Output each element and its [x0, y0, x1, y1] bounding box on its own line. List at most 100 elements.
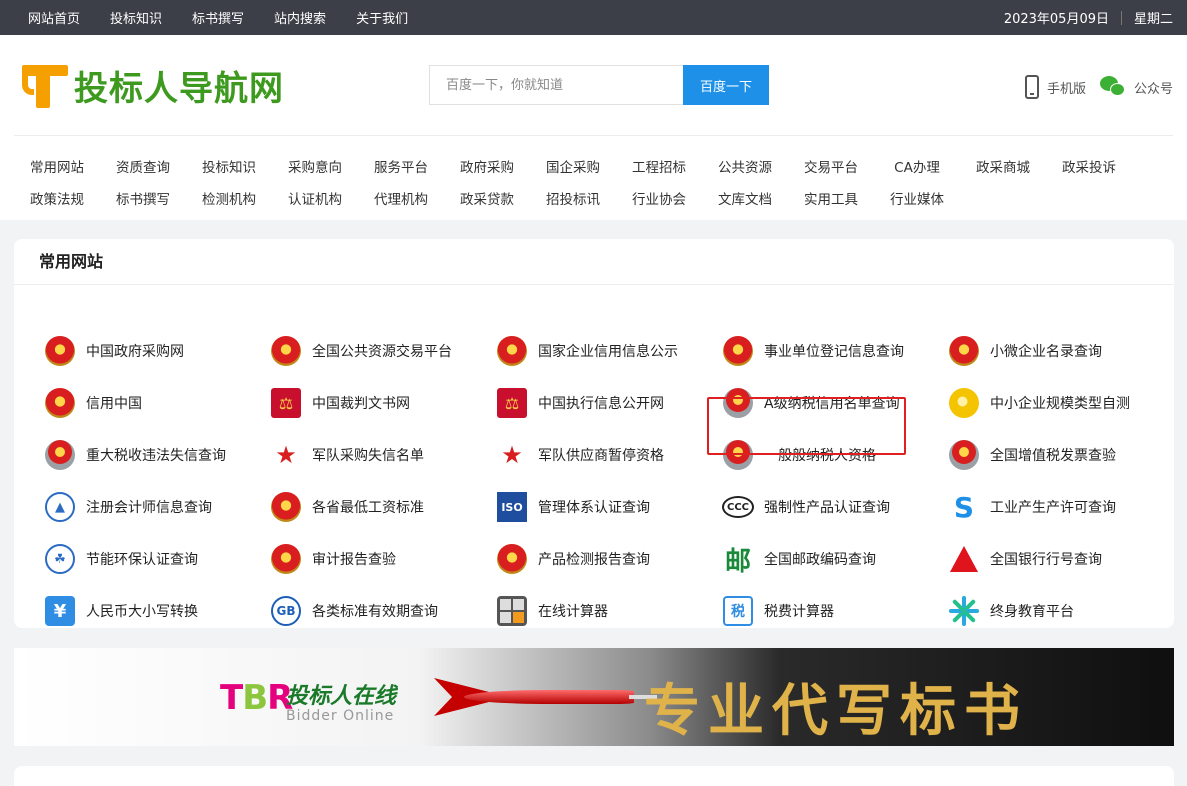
- site-link[interactable]: ⚖ 中国裁判文书网: [270, 383, 490, 423]
- top-bar: 网站首页 投标知识 标书撰写 站内搜索 关于我们 2023年05月09日 星期二: [0, 0, 1187, 35]
- site-link-label: 中小企业规模类型自测: [990, 396, 1130, 412]
- site-link-label: 一般般纳税人资格: [764, 448, 876, 464]
- site-link-label: 各省最低工资标准: [312, 500, 424, 516]
- site-link[interactable]: 信用中国: [44, 383, 264, 423]
- site-link[interactable]: 全国公共资源交易平台: [270, 331, 490, 371]
- search-input[interactable]: [429, 65, 683, 105]
- ccc-icon: CCC: [722, 491, 754, 523]
- site-link-label: 工业产生产许可查询: [990, 500, 1116, 516]
- search-button[interactable]: 百度一下: [683, 65, 769, 105]
- category-link[interactable]: 行业媒体: [874, 188, 960, 208]
- site-link-label: 全国增值税发票查验: [990, 448, 1116, 464]
- site-link[interactable]: ★ 军队供应商暂停资格: [496, 435, 716, 475]
- court-emblem-icon: ⚖: [496, 387, 528, 419]
- national-emblem-icon: [270, 335, 302, 367]
- site-link[interactable]: ⚖ 中国执行信息公开网: [496, 383, 716, 423]
- top-link-home[interactable]: 网站首页: [28, 8, 80, 27]
- site-link[interactable]: 重大税收违法失信查询: [44, 435, 264, 475]
- site-link-label: 节能环保认证查询: [86, 552, 198, 568]
- national-emblem-icon: [722, 335, 754, 367]
- site-link[interactable]: 税税费计算器: [722, 591, 942, 631]
- promo-banner[interactable]: TBR 投标人在线 Bidder Online 专业代写标书: [14, 648, 1174, 746]
- site-link-label: 在线计算器: [538, 604, 608, 620]
- site-link[interactable]: 邮全国邮政编码查询: [722, 539, 942, 579]
- wechat-icon: [1099, 76, 1126, 98]
- top-link-bidding-knowledge[interactable]: 投标知识: [110, 8, 162, 27]
- category-link[interactable]: 检测机构: [186, 188, 272, 208]
- site-link[interactable]: A级纳税信用名单查询: [722, 383, 942, 423]
- site-link-label: 信用中国: [86, 396, 142, 412]
- site-link[interactable]: 终身教育平台: [948, 591, 1168, 631]
- site-link-label: 全国公共资源交易平台: [312, 344, 452, 360]
- top-link-site-search[interactable]: 站内搜索: [274, 8, 326, 27]
- mobile-version-link[interactable]: 手机版: [1024, 75, 1086, 99]
- wechat-account-link[interactable]: 公众号: [1099, 76, 1173, 98]
- national-emblem-icon: [948, 335, 980, 367]
- category-link[interactable]: 资质查询: [100, 156, 186, 176]
- site-link[interactable]: 小微企业名录查询: [948, 331, 1168, 371]
- site-link[interactable]: ▲ 注册会计师信息查询: [44, 487, 264, 527]
- site-link-label: 中国执行信息公开网: [538, 396, 664, 412]
- site-link-label: 强制性产品认证查询: [764, 500, 890, 516]
- site-link[interactable]: ISO 管理体系认证查询: [496, 487, 716, 527]
- site-link[interactable]: 一般般纳税人资格: [722, 435, 942, 475]
- site-link[interactable]: GB 各类标准有效期查询: [270, 591, 490, 631]
- category-link[interactable]: 政策法规: [14, 188, 100, 208]
- category-link[interactable]: 行业协会: [616, 188, 702, 208]
- site-link[interactable]: 全国增值税发票查验: [948, 435, 1168, 475]
- energy-cert-icon: ☘: [44, 543, 76, 575]
- top-link-about-us[interactable]: 关于我们: [356, 8, 408, 27]
- site-link-label: 中国裁判文书网: [312, 396, 410, 412]
- site-link[interactable]: 中小企业规模类型自测: [948, 383, 1168, 423]
- site-link[interactable]: 审计报告查验: [270, 539, 490, 579]
- category-link[interactable]: 政府采购: [444, 156, 530, 176]
- category-link[interactable]: 采购意向: [272, 156, 358, 176]
- category-link[interactable]: 服务平台: [358, 156, 444, 176]
- banner-brand-en: Bidder Online: [286, 708, 395, 724]
- site-link-label: 审计报告查验: [312, 552, 396, 568]
- site-link[interactable]: 事业单位登记信息查询: [722, 331, 942, 371]
- site-link[interactable]: ★ 军队采购失信名单: [270, 435, 490, 475]
- site-link[interactable]: 国家企业信用信息公示: [496, 331, 716, 371]
- site-link[interactable]: 在线计算器: [496, 591, 716, 631]
- site-link[interactable]: 各省最低工资标准: [270, 487, 490, 527]
- category-link[interactable]: 政采贷款: [444, 188, 530, 208]
- category-link[interactable]: CA办理: [874, 156, 960, 176]
- top-link-tender-writing[interactable]: 标书撰写: [192, 8, 244, 27]
- category-link[interactable]: 招投标讯: [530, 188, 616, 208]
- search-box: 百度一下: [429, 65, 769, 105]
- site-link-label: 军队采购失信名单: [312, 448, 424, 464]
- category-link[interactable]: 公共资源: [702, 156, 788, 176]
- site-logo[interactable]: 投标人导航网: [22, 61, 284, 110]
- category-link[interactable]: 政采投诉: [1046, 156, 1132, 176]
- category-link[interactable]: 认证机构: [272, 188, 358, 208]
- site-link[interactable]: 产品检测报告查询: [496, 539, 716, 579]
- tax-calculator-icon: 税: [722, 595, 754, 627]
- category-link[interactable]: 标书撰写: [100, 188, 186, 208]
- site-link[interactable]: 全国银行行号查询: [948, 539, 1168, 579]
- site-link[interactable]: ☘ 节能环保认证查询: [44, 539, 264, 579]
- category-link[interactable]: 交易平台: [788, 156, 874, 176]
- site-link[interactable]: ¥ 人民币大小写转换: [44, 591, 264, 631]
- category-link[interactable]: 文库文档: [702, 188, 788, 208]
- category-link[interactable]: 工程招标: [616, 156, 702, 176]
- tax-emblem-icon: [722, 439, 754, 471]
- site-link[interactable]: S 工业产生产许可查询: [948, 487, 1168, 527]
- category-link[interactable]: 常用网站: [14, 156, 100, 176]
- site-link-label: 注册会计师信息查询: [86, 500, 212, 516]
- banner-brand-cn: 投标人在线: [286, 683, 397, 709]
- china-post-icon: 邮: [724, 546, 751, 577]
- cpa-icon: ▲: [44, 491, 76, 523]
- top-links: 网站首页 投标知识 标书撰写 站内搜索 关于我们: [28, 8, 408, 27]
- category-link[interactable]: 实用工具: [788, 188, 874, 208]
- category-link[interactable]: 代理机构: [358, 188, 444, 208]
- site-link-label: 全国邮政编码查询: [764, 552, 876, 568]
- common-sites-panel: 常用网站 中国政府采购网 全国公共资源交易平台 国家企业信用信息公示 事业单位登记信息…: [14, 239, 1174, 628]
- site-link[interactable]: 中国政府采购网: [44, 331, 264, 371]
- category-link[interactable]: 投标知识: [186, 156, 272, 176]
- category-link[interactable]: 国企采购: [530, 156, 616, 176]
- category-link[interactable]: 政采商城: [960, 156, 1046, 176]
- header-row: 投标人导航网 百度一下 手机版 公众号: [0, 35, 1187, 135]
- panel-title: 常用网站: [14, 239, 1174, 285]
- site-link[interactable]: CCC 强制性产品认证查询: [722, 487, 942, 527]
